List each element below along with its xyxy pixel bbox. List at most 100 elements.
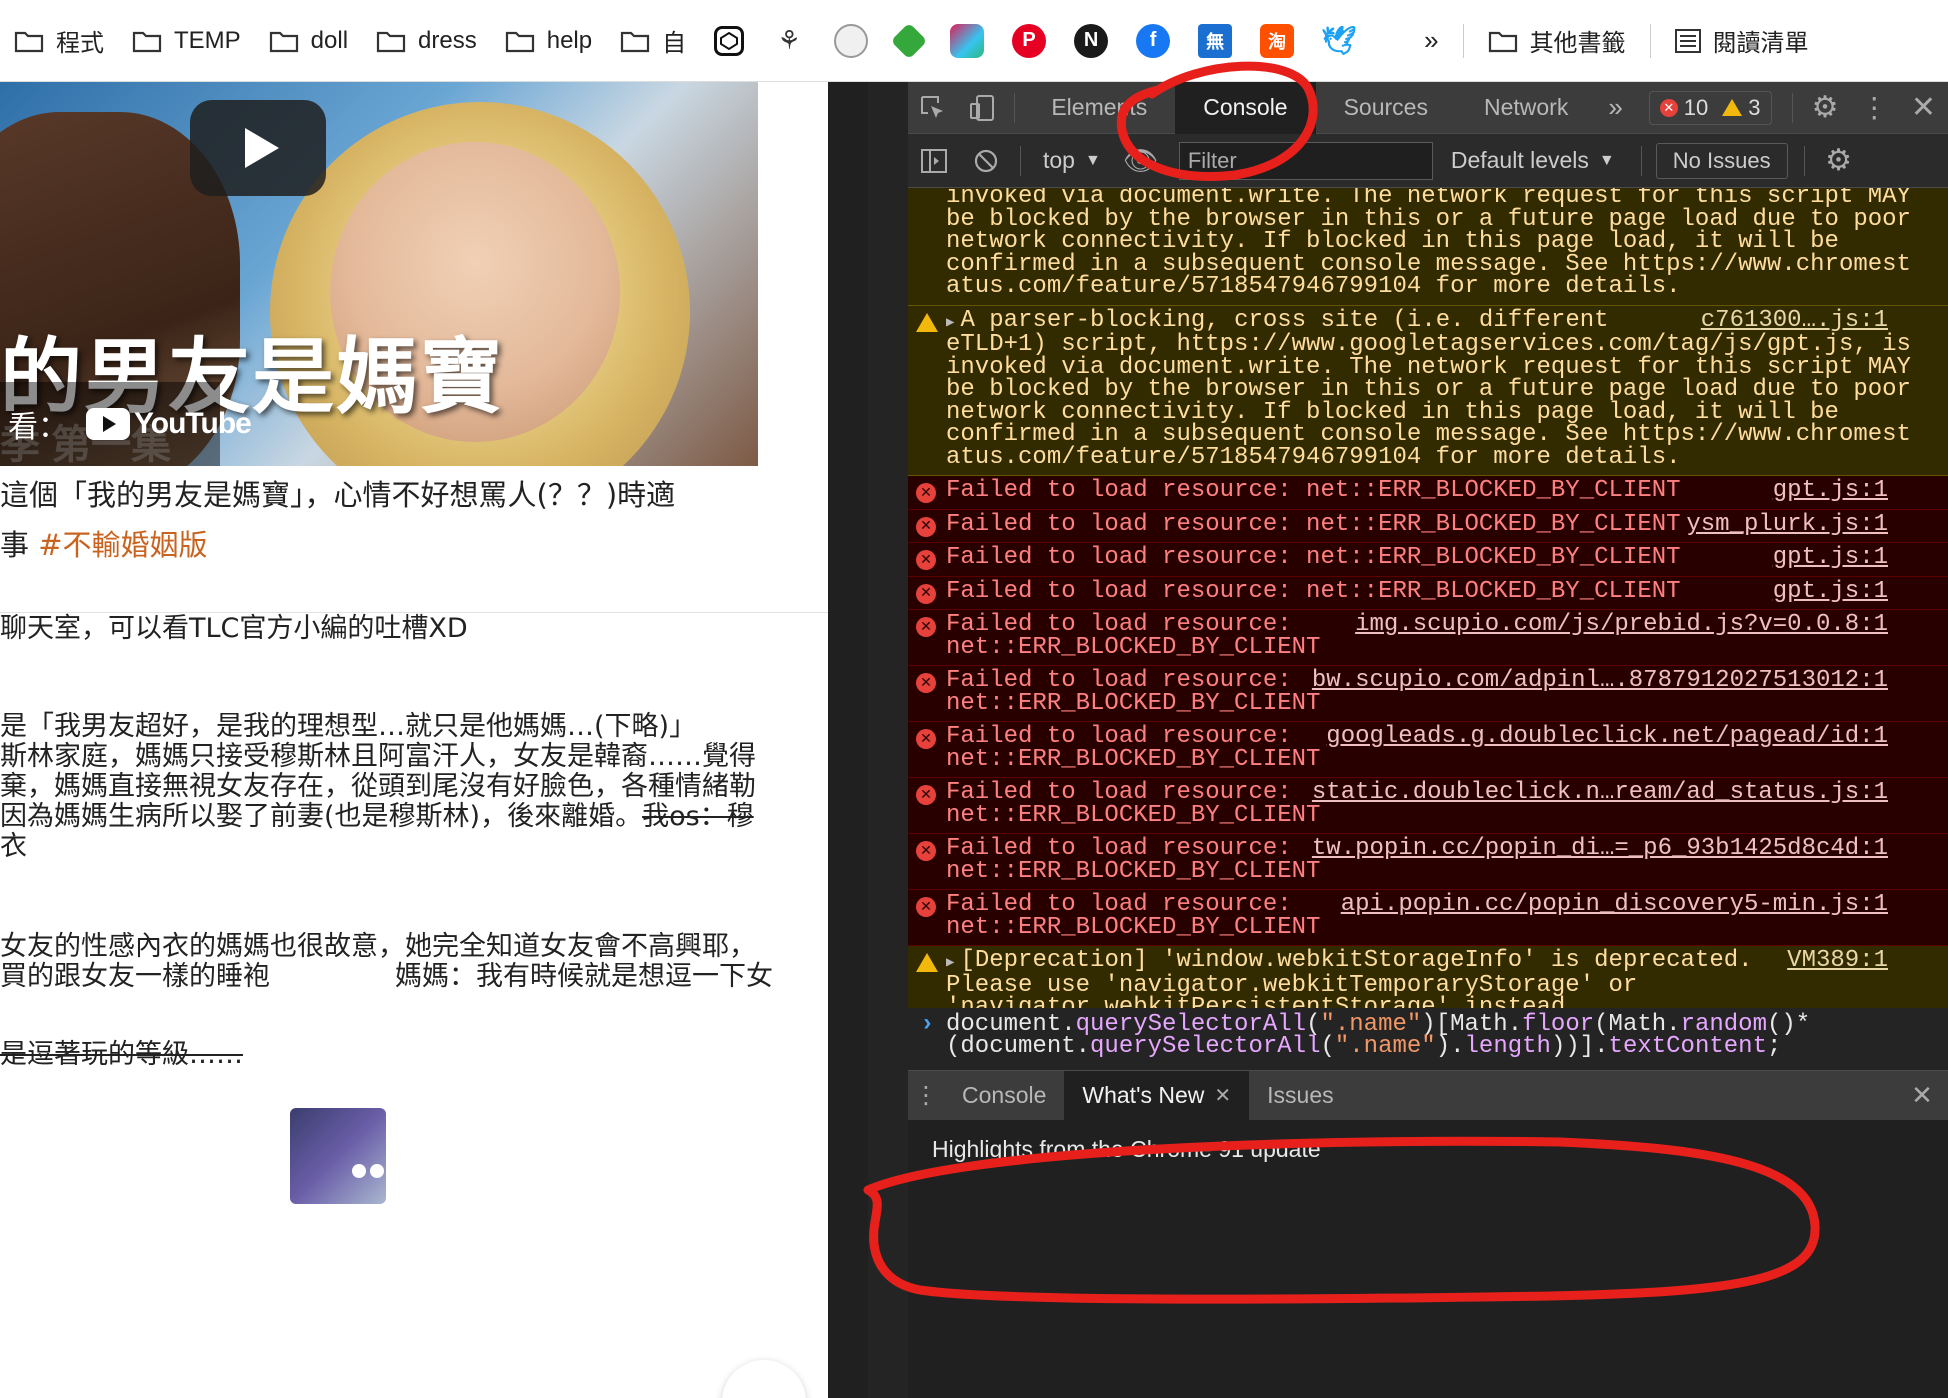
reading-list-button[interactable]: 閱讀清單 bbox=[1661, 0, 1809, 82]
other-bookmarks-label: 其他書籤 bbox=[1529, 30, 1626, 57]
message-source-link[interactable]: gpt.js:1 bbox=[1773, 579, 1888, 604]
log-levels-dropdown[interactable]: Default levels ▼ bbox=[1433, 147, 1633, 174]
console-error-message[interactable]: ✕ ysm_plurk.js:1 Failed to load resource: … bbox=[908, 509, 1948, 543]
console-error-message[interactable]: ✕ gpt.js:1 Failed to load resource: net::E… bbox=[908, 543, 1948, 577]
tab-network[interactable]: Network bbox=[1456, 82, 1596, 134]
dark-bookmark-icon[interactable]: N bbox=[1074, 23, 1109, 58]
video-play-button[interactable] bbox=[190, 100, 326, 196]
tab-elements[interactable]: Elements bbox=[1023, 82, 1175, 134]
drawer-tab-issues[interactable]: Issues bbox=[1249, 1071, 1351, 1121]
message-text: Failed to load resource: net::ERR_BLOCKE… bbox=[946, 510, 1681, 538]
message-source-link[interactable]: gpt.js:1 bbox=[1773, 546, 1888, 570]
expand-triangle-icon[interactable]: ▶ bbox=[946, 955, 954, 971]
bookmark-folder-label: TEMP bbox=[174, 26, 241, 54]
console-settings-gear-icon[interactable]: ⚙ bbox=[1813, 135, 1865, 187]
console-warning-message[interactable]: invoked via document.write. The network … bbox=[908, 188, 1948, 306]
console-error-message[interactable]: ✕ api.popin.cc/popin_discovery5-min.js:1 F… bbox=[908, 890, 1948, 946]
console-toolbar: top ▼ 👁 Default levels ▼ No Issues ⚙ bbox=[908, 134, 1948, 188]
sticker-eye bbox=[352, 1164, 366, 1178]
device-toolbar-icon[interactable] bbox=[957, 82, 1006, 134]
bookmarks-overflow-button[interactable]: » bbox=[1410, 0, 1452, 82]
clear-console-icon[interactable] bbox=[960, 135, 1012, 187]
drawer-menu-icon[interactable]: ⋮ bbox=[908, 1070, 944, 1122]
settings-gear-icon[interactable]: ⚙ bbox=[1800, 82, 1849, 134]
paragraph-line: 衣 bbox=[0, 831, 27, 862]
youtube-video-thumbnail[interactable]: 的男友是媽寶 季 第一集 看： YouTube bbox=[0, 82, 758, 466]
twitter-icon[interactable]: 🕊 bbox=[1321, 24, 1357, 58]
message-text: atus.com/feature/5718547946799104 for mo… bbox=[946, 273, 1681, 300]
wu-bookmark-icon[interactable]: 無 bbox=[1198, 23, 1233, 58]
close-drawer-icon[interactable]: ✕ bbox=[1896, 1070, 1948, 1122]
drawer-tab-whats-new[interactable]: What's New ✕ bbox=[1064, 1070, 1250, 1121]
console-error-message[interactable]: ✕ img.scupio.com/js/prebid.js?v=0.0.8:1 Fa… bbox=[908, 610, 1948, 666]
message-source-link[interactable]: ysm_plurk.js:1 bbox=[1686, 512, 1888, 537]
toolbar-separator bbox=[1020, 145, 1021, 176]
console-error-message[interactable]: ✕ gpt.js:1 Failed to load resource: net::E… bbox=[908, 476, 1948, 510]
console-error-message[interactable]: ✕ googleads.g.doubleclick.net/pagead/id:1… bbox=[908, 722, 1948, 778]
more-options-icon[interactable]: ⋮ bbox=[1850, 82, 1899, 134]
warning-icon bbox=[916, 312, 938, 332]
slack-style-bookmark-icon[interactable] bbox=[950, 23, 985, 58]
message-text: net::ERR_BLOCKED_BY_CLIENT bbox=[946, 633, 1321, 661]
show-sidebar-icon[interactable] bbox=[908, 135, 960, 187]
message-source-link[interactable]: img.scupio.com/js/prebid.js?v=0.0.8:1 bbox=[1355, 613, 1888, 637]
message-text-line: atus.com/feature/5718547946799104 for mo… bbox=[946, 273, 1888, 300]
message-source-link[interactable]: static.doubleclick.n…ream/ad_status.js:1 bbox=[1312, 781, 1888, 805]
bookmark-folder[interactable]: help bbox=[491, 0, 606, 82]
other-bookmarks-folder[interactable]: 其他書籤 bbox=[1474, 0, 1640, 82]
codepen-bookmark-icon[interactable] bbox=[714, 25, 745, 56]
console-prompt[interactable]: › document.querySelectorAll(".name")[Mat… bbox=[908, 1008, 1948, 1070]
post-tag-prefix: 事 bbox=[0, 528, 39, 562]
message-source-link[interactable]: bw.scupio.com/adpinl….8787912027513012:1 bbox=[1312, 669, 1888, 693]
console-error-message[interactable]: ✕ gpt.js:1 Failed to load resource: net::E… bbox=[908, 576, 1948, 610]
console-warning-message[interactable]: VM389:1 ▶ [Deprecation] 'window.webkitStor… bbox=[908, 946, 1948, 1008]
floating-action-button[interactable] bbox=[722, 1360, 806, 1398]
youtube-watch-bar[interactable]: 看： YouTube bbox=[0, 382, 252, 466]
error-icon: ✕ bbox=[916, 617, 936, 637]
calligraphy-bookmark-icon[interactable]: ⚘ bbox=[772, 24, 806, 58]
more-tabs-button[interactable]: » bbox=[1596, 82, 1634, 134]
bookmark-folder[interactable]: 程式 bbox=[0, 0, 118, 82]
console-filter-input[interactable] bbox=[1178, 141, 1433, 180]
message-source-link[interactable]: VM389:1 bbox=[1787, 949, 1888, 973]
pinterest-icon[interactable]: P bbox=[1012, 23, 1047, 58]
close-tab-icon[interactable]: ✕ bbox=[1214, 1083, 1231, 1108]
bookmark-folder[interactable]: dress bbox=[362, 0, 491, 82]
console-error-message[interactable]: ✕ bw.scupio.com/adpinl….8787912027513012:… bbox=[908, 666, 1948, 722]
facebook-icon[interactable]: f bbox=[1136, 23, 1171, 58]
bookmark-folder[interactable]: TEMP bbox=[118, 0, 255, 82]
expand-triangle-icon[interactable]: ▶ bbox=[946, 315, 954, 331]
inspect-element-icon[interactable] bbox=[908, 82, 957, 134]
message-text: net::ERR_BLOCKED_BY_CLIENT bbox=[946, 801, 1321, 829]
bookmark-folder[interactable]: doll bbox=[255, 0, 362, 82]
message-source-link[interactable]: api.popin.cc/popin_discovery5-min.js:1 bbox=[1341, 893, 1888, 917]
message-source-link[interactable]: c761300….js:1 bbox=[1701, 308, 1888, 333]
hashtag-link[interactable]: #不輸婚姻版 bbox=[38, 528, 207, 562]
message-source-link[interactable]: googleads.g.doubleclick.net/pagead/id:1 bbox=[1326, 725, 1888, 749]
live-expression-eye-icon[interactable]: 👁 bbox=[1115, 135, 1167, 187]
issue-counter-button[interactable]: ✕ 10 3 bbox=[1648, 90, 1772, 125]
web-page: 的男友是媽寶 季 第一集 看： YouTube 這個「我的男友是媽寶」，心情不好… bbox=[0, 82, 828, 1398]
console-error-message[interactable]: ✕ tw.popin.cc/popin_di…=_p6_93b1425d8c4d:… bbox=[908, 834, 1948, 890]
whats-new-panel: Highlights from the Chrome 91 update bbox=[908, 1120, 1948, 1398]
message-source-link[interactable]: gpt.js:1 bbox=[1773, 479, 1888, 503]
issues-button[interactable]: No Issues bbox=[1655, 142, 1788, 179]
console-error-message[interactable]: ✕ static.doubleclick.n…ream/ad_status.js:… bbox=[908, 778, 1948, 834]
bookmark-folder[interactable]: 自 bbox=[606, 0, 700, 82]
context-selector[interactable]: top ▼ bbox=[1029, 147, 1115, 174]
error-icon: ✕ bbox=[916, 583, 936, 604]
toolbar-separator bbox=[1640, 145, 1642, 176]
message-source-link[interactable]: tw.popin.cc/popin_di…=_p6_93b1425d8c4d:1 bbox=[1312, 837, 1888, 861]
close-devtools-icon[interactable]: ✕ bbox=[1899, 82, 1948, 134]
taobao-icon[interactable]: 淘 bbox=[1260, 23, 1295, 58]
green-diamond-bookmark-icon[interactable] bbox=[890, 22, 928, 59]
circle-bookmark-icon[interactable] bbox=[834, 23, 869, 58]
drawer-tab-console[interactable]: Console bbox=[944, 1071, 1064, 1121]
error-icon: ✕ bbox=[916, 483, 936, 503]
error-icon: ✕ bbox=[916, 841, 936, 861]
console-warning-message[interactable]: c761300….js:1 ▶ A parser-blocking, cross s… bbox=[908, 305, 1948, 476]
bookmarks-separator bbox=[1649, 23, 1651, 58]
penguin-sticker-image bbox=[290, 1108, 386, 1204]
tab-console[interactable]: Console bbox=[1175, 81, 1316, 134]
tab-sources[interactable]: Sources bbox=[1316, 82, 1456, 134]
